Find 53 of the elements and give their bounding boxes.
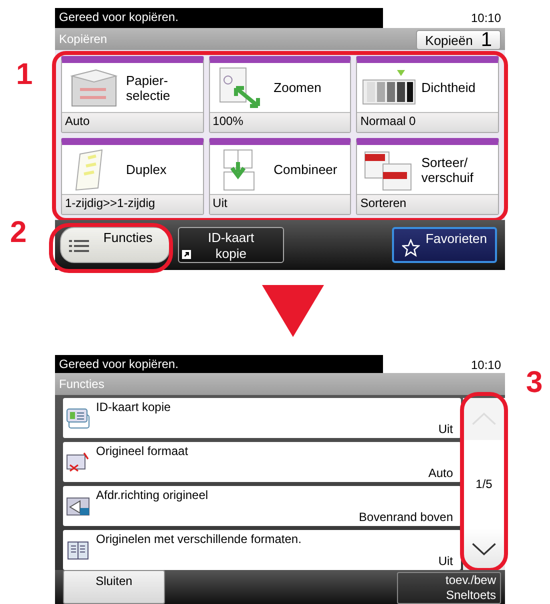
document-icon <box>66 539 90 561</box>
function-tile[interactable]: Papier- selectie Auto <box>61 56 204 133</box>
clock-time: 10:10 <box>470 357 502 373</box>
star-icon <box>402 239 420 257</box>
function-name: Originelen met verschillende formaten. <box>96 532 302 548</box>
chevron-down-icon <box>471 542 497 556</box>
function-list-item[interactable]: Origineel formaat Auto <box>63 442 461 482</box>
shortcut-arrow-icon <box>182 250 191 259</box>
status-message: Gereed voor kopiëren. <box>55 355 383 373</box>
function-list-item[interactable]: Afdr.richting origineel Bovenrand boven <box>63 486 461 526</box>
function-name: Origineel formaat <box>96 444 190 460</box>
tile-label: Combineer <box>274 162 338 177</box>
function-tile[interactable]: Combineer Uit <box>208 138 352 215</box>
clock-time: 10:10 <box>470 10 502 27</box>
original-size-icon <box>66 451 90 473</box>
id-card-icon <box>66 407 90 429</box>
tile-label: Sorteer/ verschuif <box>421 154 474 184</box>
screen-title: Kopiëren <box>59 32 108 46</box>
tile-label: Duplex <box>126 162 166 177</box>
scanner-icon <box>66 495 90 517</box>
callout-number: 2 <box>10 218 27 248</box>
function-value: Uit <box>437 422 453 436</box>
status-message: Gereed voor kopiëren. <box>55 8 383 28</box>
page-indicator: 1/5 <box>474 476 494 493</box>
function-tile[interactable]: Zoomen 100% <box>208 56 352 133</box>
tile-value: Auto <box>62 112 203 132</box>
tile-value: Sorteren <box>357 194 498 214</box>
tile-value: Normaal 0 <box>357 112 498 132</box>
function-value: Uit <box>437 554 453 568</box>
function-tile[interactable]: Duplex 1-zijdig>>1-zijdig <box>61 138 204 215</box>
screen-title: Functies <box>59 377 104 391</box>
function-list-item[interactable]: Originelen met verschillende formaten. Uit <box>63 530 461 570</box>
function-value: Bovenrand boven <box>358 510 453 524</box>
function-tile[interactable]: Dichtheid Normaal 0 <box>356 56 499 133</box>
function-name: Afdr.richting origineel <box>96 488 210 504</box>
add-shortcut-button[interactable]: toev./bew Sneltoets <box>397 572 501 604</box>
close-button[interactable]: Sluiten <box>63 570 165 604</box>
tile-label: Zoomen <box>274 80 322 95</box>
tile-label: Dichtheid <box>421 80 476 95</box>
favorites-button[interactable]: Favorieten <box>392 227 497 263</box>
function-value: Auto <box>427 466 453 480</box>
functions-button[interactable]: Functies <box>60 227 170 263</box>
tile-label: Papier- selectie <box>126 72 170 102</box>
copies-button[interactable]: Kopieën 1 <box>416 30 501 50</box>
function-tile[interactable]: Sorteer/ verschuif Sorteren <box>356 138 499 215</box>
tile-value: 100% <box>210 112 350 132</box>
callout-number: 1 <box>16 60 33 90</box>
shortcut-button[interactable]: ID-kaart kopie <box>178 227 284 263</box>
callout-number: 3 <box>526 368 543 398</box>
function-name: ID-kaart kopie <box>96 400 172 416</box>
tile-value: Uit <box>210 194 350 214</box>
function-list-item[interactable]: ID-kaart kopie Uit <box>63 398 461 438</box>
tile-value: 1-zijdig>>1-zijdig <box>62 194 203 214</box>
